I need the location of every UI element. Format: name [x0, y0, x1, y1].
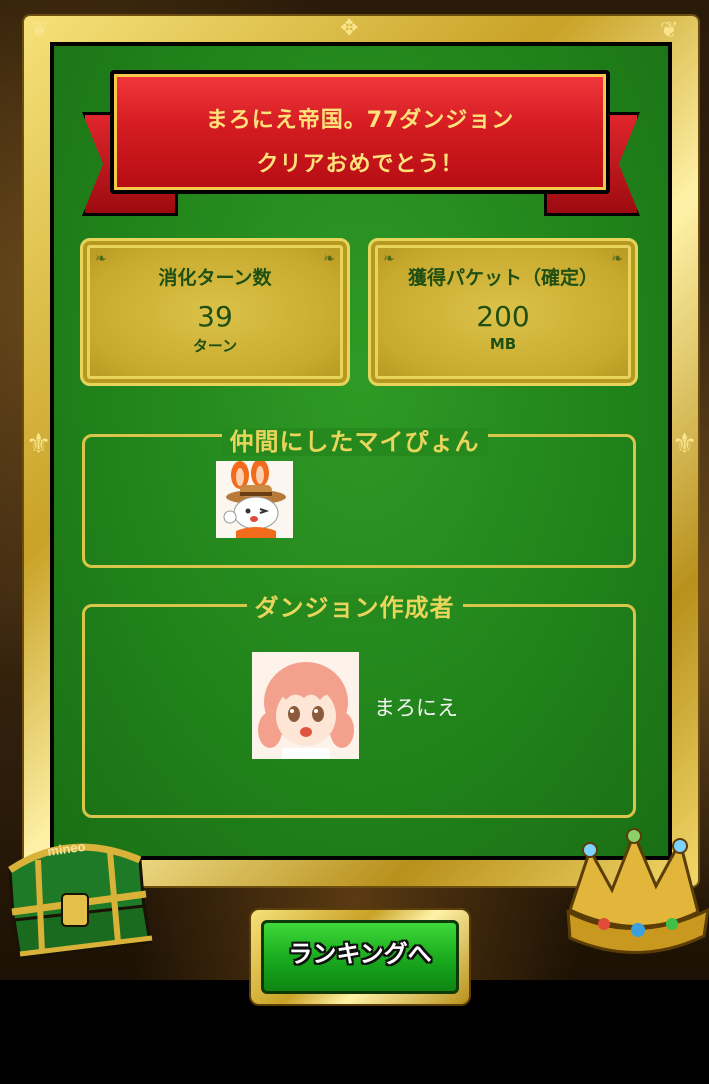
corner-curl-icon: ❧ — [611, 251, 623, 267]
corner-curl-icon: ❧ — [95, 251, 107, 267]
turns-unit: ターン — [192, 337, 238, 355]
crown-icon — [560, 820, 709, 970]
corner-curl-icon: ❧ — [383, 251, 395, 267]
creator-name: まろにえ — [374, 696, 458, 720]
rabbit-mascot-icon — [216, 461, 293, 538]
corner-curl-icon: ❧ — [323, 251, 335, 267]
packets-label: 獲得パケット（確定） — [407, 267, 598, 289]
ranking-button-label: ランキングへ — [288, 940, 432, 968]
turns-stat-box: ❧ ❧ 消化ターン数 39 ターン — [80, 238, 350, 386]
frame-top-ornament-icon: ✥ — [340, 16, 359, 41]
creator-avatar[interactable] — [252, 652, 359, 759]
anime-girl-avatar-icon — [252, 652, 359, 759]
turns-label: 消化ターン数 — [158, 267, 272, 289]
packets-stat-box: ❧ ❧ 獲得パケット（確定） 200 MB — [368, 238, 638, 386]
companions-title-text: 仲間にしたマイぴょん — [221, 428, 488, 456]
companions-title: 仲間にしたマイぴょん — [0, 422, 709, 457]
frame-corner-ornament-icon: ❦ — [30, 18, 49, 43]
treasure-chest-icon: mineo — [0, 820, 160, 960]
creator-title: ダンジョン作成者 — [0, 588, 709, 623]
creator-panel — [82, 604, 636, 818]
packets-value: 200 — [476, 300, 530, 333]
banner-line-2: クリアおめでとう！ — [256, 152, 464, 177]
creator-title-text: ダンジョン作成者 — [246, 594, 463, 622]
packets-unit: MB — [489, 335, 517, 353]
banner-line-1: まろにえ帝国。77ダンジョン — [205, 108, 515, 133]
mascot-companion-thumbnail[interactable] — [216, 461, 293, 538]
ranking-button[interactable]: ランキングへ — [249, 908, 471, 1006]
turns-value: 39 — [197, 300, 233, 333]
frame-corner-ornament-icon: ❦ — [660, 18, 679, 43]
